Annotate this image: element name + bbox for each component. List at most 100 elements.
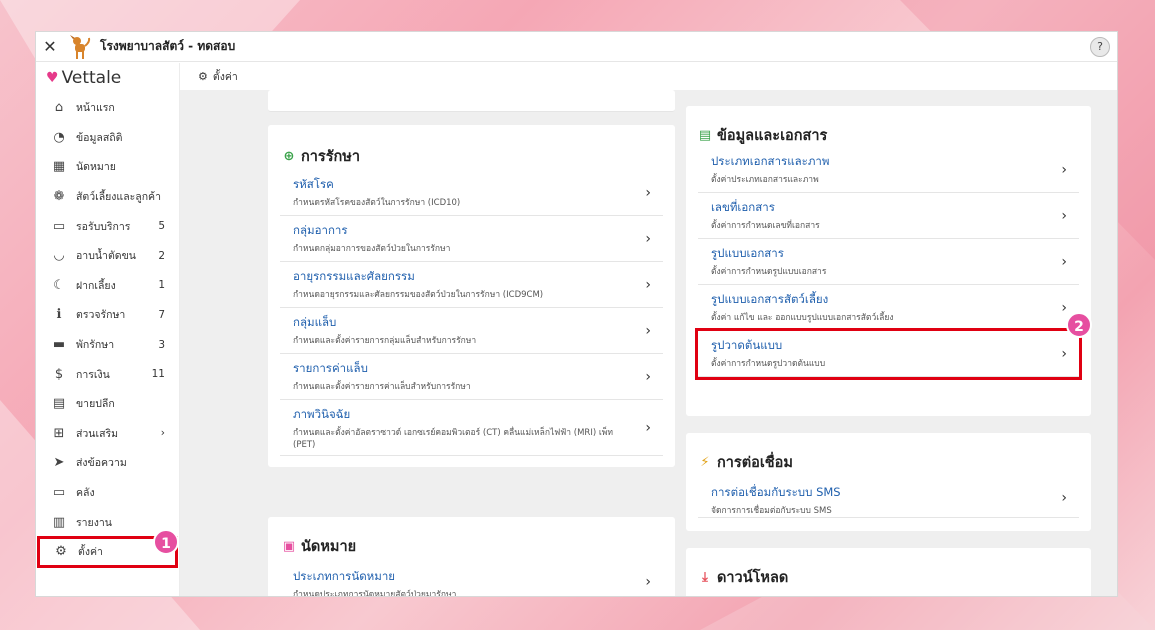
treatment-icon: ⊕ bbox=[283, 149, 295, 164]
settings-row-subtitle: ตั้งค่าการกำหนดรูปวาดต้นแบบ bbox=[711, 359, 826, 369]
settings-row[interactable]: ซอฟต์แวร์จัดการการดาวน์โหลดโปรแกรมซอฟต์แ… bbox=[698, 593, 1079, 596]
sidebar-item-label: รายงาน bbox=[76, 516, 112, 529]
page-title: ตั้งค่า bbox=[212, 71, 238, 83]
settings-row[interactable]: เลขที่เอกสาร ตั้งค่าการกำหนดเลขที่เอกสาร › bbox=[698, 193, 1079, 239]
settings-row-subtitle: กำหนดและตั้งค่าอัลตราซาวด์ เอกซเรย์คอมพิ… bbox=[293, 428, 613, 450]
sidebar-item[interactable]: ☾ ฝากเลี้ยง 1 bbox=[36, 271, 179, 301]
settings-row-title: ประเภทการนัดหมาย bbox=[293, 569, 396, 583]
chevron-right-icon: › bbox=[1061, 299, 1067, 316]
settings-row-title: กลุ่มอาการ bbox=[293, 223, 348, 237]
sidebar-item[interactable]: ➤ ส่งข้อความ bbox=[36, 448, 179, 478]
chevron-right-icon: › bbox=[645, 419, 651, 436]
partial-card bbox=[268, 90, 675, 112]
sidebar-item-label: การเงิน bbox=[76, 368, 110, 381]
settings-content: ⊕ การรักษา รหัสโรค กำหนดรหัสโรคของสัตว์ใน… bbox=[180, 90, 1117, 596]
logo[interactable]: ♥ Vettale bbox=[36, 63, 179, 93]
settings-row[interactable]: การต่อเชื่อมกับระบบ SMS จัดการการเชื่อมต่… bbox=[698, 478, 1079, 518]
sidebar-item[interactable]: ⌂ หน้าแรก bbox=[36, 93, 179, 123]
settings-row[interactable]: อายุรกรรมและศัลยกรรม กำหนดอายุรกรรมและศัล… bbox=[280, 262, 663, 308]
moon-icon: ☾ bbox=[53, 277, 65, 293]
sidebar-item-label: สัตว์เลี้ยงและลูกค้า bbox=[76, 191, 161, 204]
settings-row-subtitle: กำหนดประเภทการนัดหมายสัตว์ป่วยมารักษา bbox=[293, 590, 457, 596]
documents-card-title: ▤ ข้อมูลและเอกสาร bbox=[698, 128, 828, 144]
sidebar-item-count: 11 bbox=[151, 368, 165, 381]
appointment-card-title: ▣ นัดหมาย bbox=[282, 539, 357, 555]
sidebar-item-label: พักรักษา bbox=[76, 339, 115, 352]
step-badge-2: 2 bbox=[1066, 312, 1092, 338]
settings-row[interactable]: รหัสโรค กำหนดรหัสโรคของสัตว์ในการรักษา (I… bbox=[280, 170, 663, 216]
settings-row[interactable]: กลุ่มแล็บ กำหนดและตั้งค่ารายการกลุ่มแล็บส… bbox=[280, 308, 663, 354]
chevron-right-icon: › bbox=[645, 276, 651, 293]
chevron-right-icon: › bbox=[645, 368, 651, 385]
settings-row-title: รหัสโรค bbox=[293, 177, 334, 191]
sidebar-item-count: 3 bbox=[158, 338, 165, 351]
money-icon: $ bbox=[54, 366, 64, 382]
settings-row-subtitle: ตั้งค่า แก้ไข และ ออกแบบรูปแบบเอกสารสัตว… bbox=[711, 313, 894, 323]
sidebar-item-count: 2 bbox=[158, 249, 165, 262]
download-card: ⤓ ดาวน์โหลด ซอฟต์แวร์จัดการการดาวน์โหลดโ… bbox=[686, 548, 1091, 596]
plus-box-icon: ⊞ bbox=[53, 425, 65, 441]
appointment-card: ▣ นัดหมาย ประเภทการนัดหมายกำหนดประเภทการ… bbox=[268, 517, 675, 596]
settings-row[interactable]: รูปวาดต้นแบบตั้งค่าการกำหนดรูปวาดต้นแบบ › bbox=[695, 328, 1082, 380]
help-button[interactable]: ? bbox=[1090, 37, 1110, 57]
archive-icon: ▭ bbox=[52, 485, 66, 501]
sidebar-item[interactable]: ▭ รอรับบริการ 5 bbox=[36, 211, 179, 241]
chevron-right-icon: › bbox=[645, 184, 651, 201]
sidebar-item-label: รอรับบริการ bbox=[76, 220, 131, 233]
connection-card-title: ⚡ การต่อเชื่อม bbox=[697, 451, 792, 474]
plug-icon: ⚡ bbox=[700, 455, 710, 470]
bath-icon: ◡ bbox=[53, 248, 65, 264]
app-title: โรงพยาบาลสัตว์ - ทดสอบ bbox=[100, 39, 236, 53]
settings-row-title: รายการค่าแล็บ bbox=[293, 361, 368, 375]
settings-row[interactable]: ประเภทเอกสารและภาพ ตั้งค่าประเภทเอกสารและ… bbox=[698, 147, 1079, 193]
chevron-right-icon: › bbox=[1061, 345, 1067, 362]
gear-icon: ⚙ bbox=[55, 544, 67, 560]
settings-row-title: รูปแบบเอกสารสัตว์เลี้ยง bbox=[711, 292, 829, 306]
treatment-card-title: ⊕ การรักษา bbox=[281, 145, 360, 168]
settings-row[interactable]: ประเภทการนัดหมายกำหนดประเภทการนัดหมายสัต… bbox=[280, 562, 663, 596]
couch-icon: ▭ bbox=[52, 218, 66, 234]
sidebar-item[interactable]: ▭ คลัง bbox=[36, 478, 179, 508]
sidebar-item[interactable]: ◡ อาบน้ำตัดขน 2 bbox=[36, 241, 179, 271]
sidebar-item[interactable]: $ การเงิน 11 bbox=[36, 359, 179, 389]
settings-row[interactable]: ภาพวินิจฉัย กำหนดและตั้งค่าอัลตราซาวด์ เอ… bbox=[280, 400, 663, 456]
settings-row-title: อายุรกรรมและศัลยกรรม bbox=[293, 269, 415, 283]
chevron-right-icon: › bbox=[1061, 161, 1067, 178]
documents-card: ▤ ข้อมูลและเอกสาร ประเภทเอกสารและภาพ ตั้ง… bbox=[686, 106, 1091, 416]
sidebar-item-label: หน้าแรก bbox=[76, 102, 115, 115]
document-icon: ▤ bbox=[698, 128, 712, 143]
settings-row[interactable]: รูปแบบเอกสารสัตว์เลี้ยงตั้งค่า แก้ไข และ… bbox=[698, 285, 1079, 331]
close-icon[interactable]: ✕ bbox=[42, 38, 58, 55]
sidebar-item[interactable]: ℹ ตรวจรักษา 7 bbox=[36, 300, 179, 330]
sidebar-item[interactable]: ◔ ข้อมูลสถิติ bbox=[36, 123, 179, 153]
sidebar-item-count: 5 bbox=[158, 220, 165, 233]
settings-row-title: ประเภทเอกสารและภาพ bbox=[711, 154, 830, 168]
sidebar-item[interactable]: ▤ ขายปลีก bbox=[36, 389, 179, 419]
sidebar-item-label: ตรวจรักษา bbox=[76, 309, 126, 322]
sidebar-item[interactable]: ▦ นัดหมาย bbox=[36, 152, 179, 182]
sidebar-item-label: คลัง bbox=[76, 487, 95, 500]
logo-text: Vettale bbox=[61, 68, 122, 88]
settings-row-subtitle: กำหนดกลุ่มอาการของสัตว์ป่วยในการรักษา bbox=[293, 244, 451, 254]
settings-row-title: กลุ่มแล็บ bbox=[293, 315, 337, 329]
settings-row-title: การต่อเชื่อมกับระบบ SMS bbox=[711, 485, 841, 499]
settings-row[interactable]: รายการค่าแล็บกำหนดและตั้งค่ารายการค่าแล็… bbox=[280, 354, 663, 400]
sidebar-item[interactable]: ⊞ ส่วนเสริม › bbox=[36, 419, 179, 449]
report-icon: ▥ bbox=[52, 514, 66, 530]
settings-row-subtitle: กำหนดและตั้งค่ารายการค่าแล็บสำหรับการรัก… bbox=[293, 382, 471, 392]
calendar-icon: ▦ bbox=[52, 159, 66, 175]
sidebar-item[interactable]: ❁ สัตว์เลี้ยงและลูกค้า bbox=[36, 182, 179, 212]
download-card-title: ⤓ ดาวน์โหลด bbox=[697, 566, 788, 589]
sidebar-item-label: ขายปลีก bbox=[76, 398, 115, 411]
gear-icon: ⚙ bbox=[198, 70, 208, 83]
sidebar-item[interactable]: ▬ พักรักษา 3 bbox=[36, 330, 179, 360]
send-icon: ➤ bbox=[53, 455, 65, 471]
title-bar: ✕ โรงพยาบาลสัตว์ - ทดสอบ ? bbox=[36, 32, 1117, 62]
treatment-card: ⊕ การรักษา รหัสโรค กำหนดรหัสโรคของสัตว์ใน… bbox=[268, 125, 675, 467]
sidebar-item-label: อาบน้ำตัดขน bbox=[76, 250, 136, 263]
step-badge-1: 1 bbox=[153, 529, 179, 555]
paw-icon: ❁ bbox=[53, 189, 65, 205]
settings-row[interactable]: กลุ่มอาการกำหนดกลุ่มอาการของสัตว์ป่วยในก… bbox=[280, 216, 663, 262]
settings-row-title: รูปวาดต้นแบบ bbox=[711, 338, 783, 352]
settings-row[interactable]: รูปแบบเอกสาร ตั้งค่าการกำหนดรูปแบบเอกสาร › bbox=[698, 239, 1079, 285]
